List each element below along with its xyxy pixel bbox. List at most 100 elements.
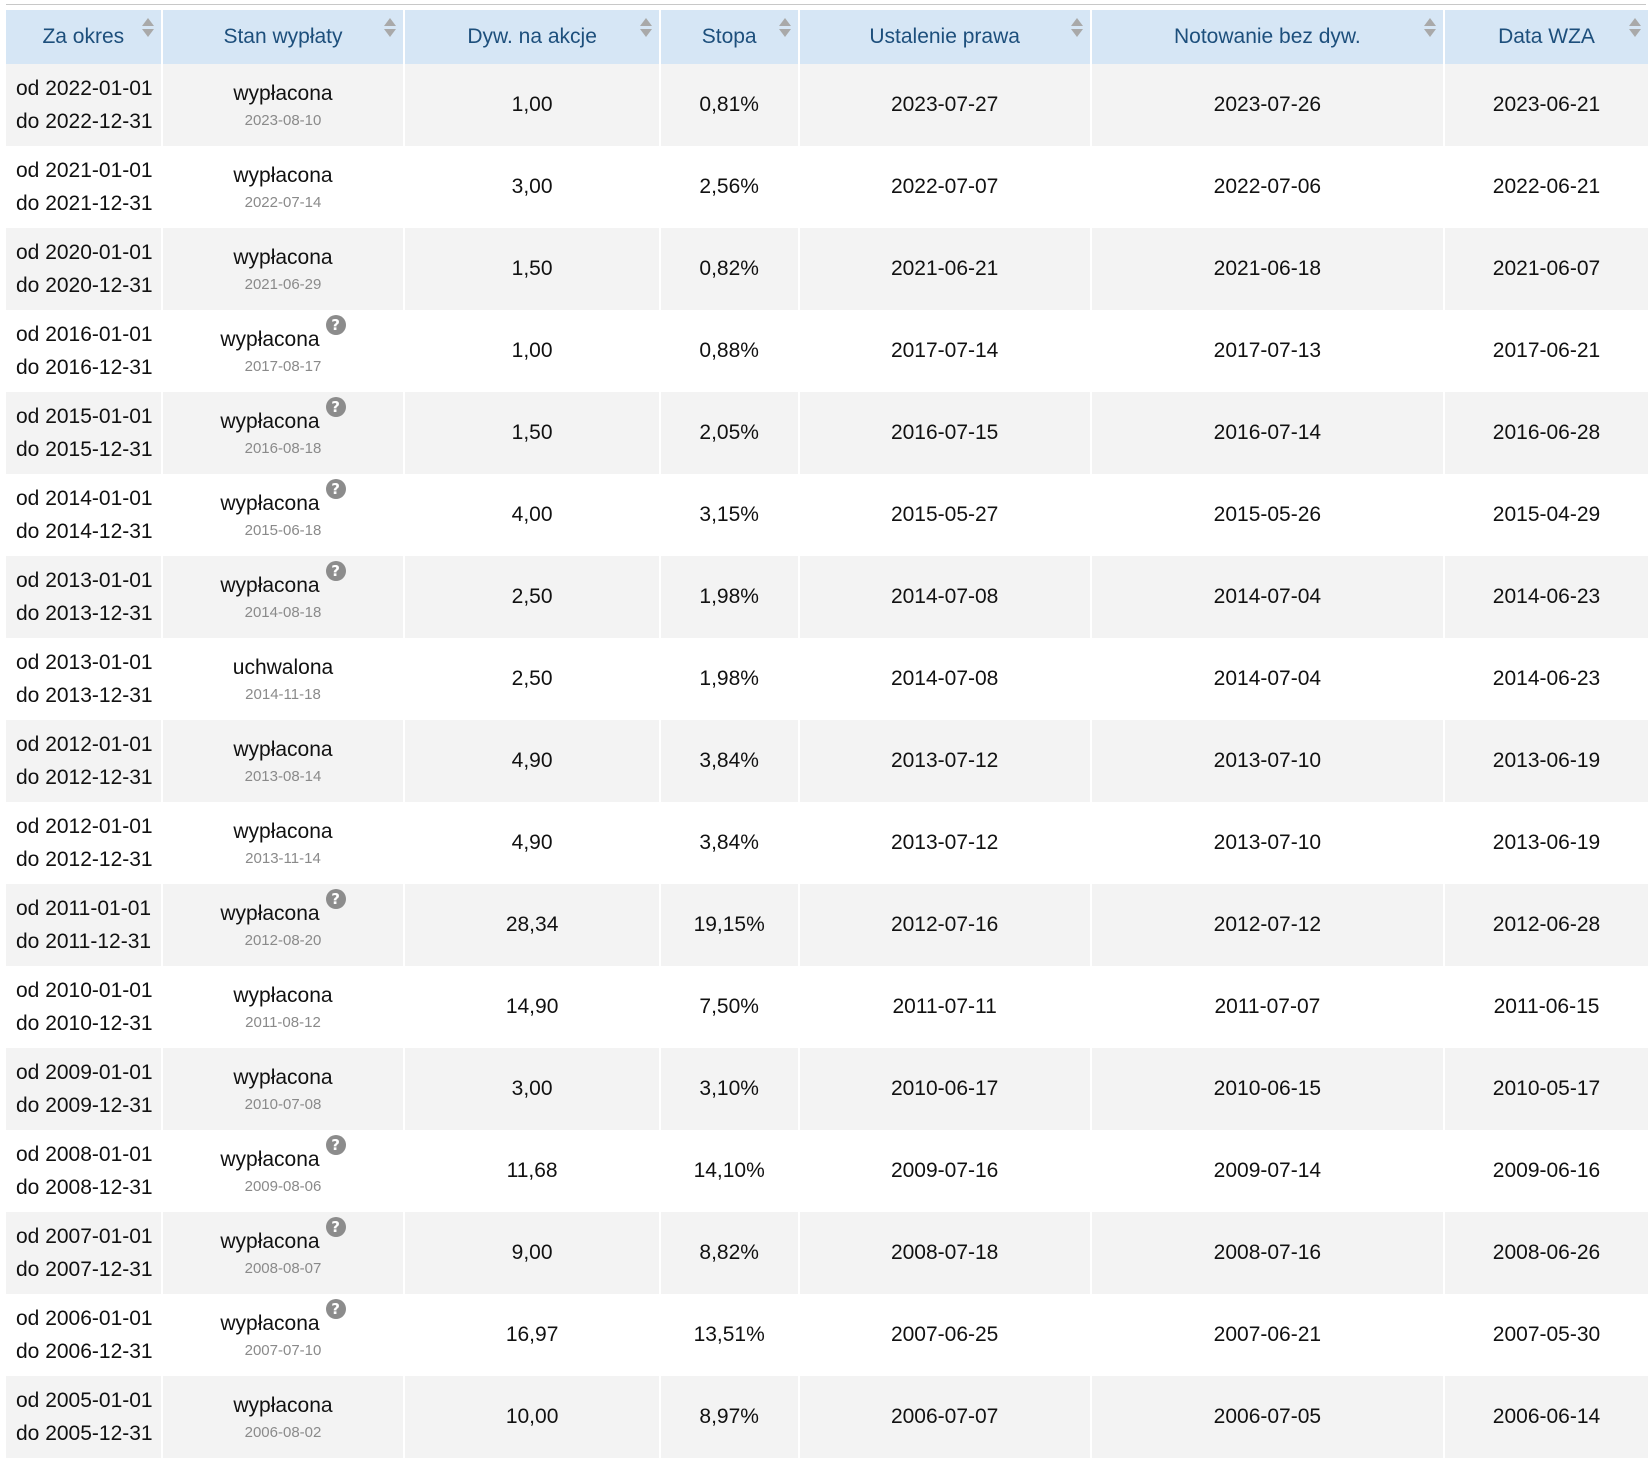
sort-arrows-icon[interactable] <box>1070 16 1084 40</box>
dividend-cell: 3,00 <box>405 146 659 228</box>
status-wrap: wypłacona? <box>220 1299 346 1339</box>
question-circle-icon[interactable]: ? <box>325 561 346 581</box>
column-header-agm-date[interactable]: Data WZA <box>1445 10 1648 64</box>
status-cell: wypłacona? 2014-08-18 <box>162 556 404 638</box>
status-cell: wypłacona? 2012-08-20 <box>162 884 404 966</box>
status-date: 2021-06-29 <box>244 276 322 293</box>
status-label: wypłacona <box>220 410 320 433</box>
dividend-cell: 11,68 <box>405 1130 659 1212</box>
question-circle-icon[interactable]: ? <box>325 889 346 909</box>
period-from: od 2005-01-01 <box>16 1389 153 1412</box>
column-header-period[interactable]: Za okres <box>6 10 161 64</box>
period-from: od 2013-01-01 <box>16 569 153 592</box>
rate-cell: 7,50% <box>660 966 798 1048</box>
table-row: od 2012-01-01 do 2012-12-31 wypłacona 2013-… <box>6 720 1648 802</box>
period-from: od 2008-01-01 <box>16 1143 153 1166</box>
status-date: 2023-08-10 <box>244 112 322 129</box>
agm-date-cell: 2007-05-30 <box>1445 1294 1648 1376</box>
ex-date-cell: 2013-07-10 <box>1091 802 1443 884</box>
period-cell: od 2021-01-01 do 2021-12-31 <box>6 146 161 228</box>
ex-date-cell: 2015-05-26 <box>1091 474 1443 556</box>
agm-date-cell: 2017-06-21 <box>1445 310 1648 392</box>
question-circle-icon[interactable]: ? <box>325 1217 346 1237</box>
ex-date-cell: 2008-07-16 <box>1091 1212 1443 1294</box>
status-wrap: wypłacona <box>233 79 332 109</box>
question-circle-icon[interactable]: ? <box>325 479 346 499</box>
agm-date-cell: 2014-06-23 <box>1445 638 1648 720</box>
period-from: od 2009-01-01 <box>16 1061 153 1084</box>
status-label: wypłacona <box>220 1312 320 1335</box>
status-cell: wypłacona? 2007-07-10 <box>162 1294 404 1376</box>
dividend-cell: 28,34 <box>405 884 659 966</box>
ex-date-cell: 2014-07-04 <box>1091 638 1443 720</box>
record-date-cell: 2015-05-27 <box>799 474 1090 556</box>
status-wrap: wypłacona? <box>220 315 346 355</box>
status-date: 2016-08-18 <box>244 440 322 457</box>
status-label: wypłacona <box>220 902 320 925</box>
rate-cell: 0,81% <box>660 64 798 146</box>
sort-arrows-icon[interactable] <box>383 16 397 40</box>
status-date: 2011-08-12 <box>245 1014 321 1031</box>
rate-cell: 19,15% <box>660 884 798 966</box>
table-row: od 2014-01-01 do 2014-12-31 wypłacona? 2015… <box>6 474 1648 556</box>
status-cell: wypłacona 2022-07-14 <box>162 146 404 228</box>
dividend-cell: 14,90 <box>405 966 659 1048</box>
agm-date-cell: 2021-06-07 <box>1445 228 1648 310</box>
table-row: od 2021-01-01 do 2021-12-31 wypłacona 2022-… <box>6 146 1648 228</box>
sort-arrows-icon[interactable] <box>1423 16 1437 40</box>
period-cell: od 2012-01-01 do 2012-12-31 <box>6 720 161 802</box>
sort-arrows-icon[interactable] <box>1628 16 1642 40</box>
period-from: od 2013-01-01 <box>16 651 153 674</box>
table-row: od 2022-01-01 do 2022-12-31 wypłacona 2023-… <box>6 64 1648 146</box>
ex-date-cell: 2010-06-15 <box>1091 1048 1443 1130</box>
column-header-status[interactable]: Stan wypłaty <box>162 10 404 64</box>
status-wrap: wypłacona <box>233 817 332 847</box>
period-from: od 2011-01-01 <box>16 897 152 920</box>
column-header-label: Ustalenie prawa <box>869 25 1020 48</box>
rate-cell: 3,84% <box>660 720 798 802</box>
period-from: od 2014-01-01 <box>16 487 153 510</box>
status-label: wypłacona <box>233 738 333 761</box>
status-label: wypłacona <box>233 82 333 105</box>
rate-cell: 0,88% <box>660 310 798 392</box>
sort-arrows-icon[interactable] <box>141 16 155 40</box>
table-row: od 2008-01-01 do 2008-12-31 wypłacona? 2009… <box>6 1130 1648 1212</box>
status-wrap: wypłacona <box>233 161 332 191</box>
rate-cell: 13,51% <box>660 1294 798 1376</box>
status-wrap: wypłacona <box>233 1391 332 1421</box>
table-row: od 2009-01-01 do 2009-12-31 wypłacona 2010-… <box>6 1048 1648 1130</box>
status-label: wypłacona <box>233 1394 333 1417</box>
period-cell: od 2009-01-01 do 2009-12-31 <box>6 1048 161 1130</box>
status-label: wypłacona <box>220 1230 320 1253</box>
agm-date-cell: 2006-06-14 <box>1445 1376 1648 1458</box>
column-header-dividend[interactable]: Dyw. na akcje <box>405 10 659 64</box>
question-circle-icon[interactable]: ? <box>325 397 346 417</box>
record-date-cell: 2012-07-16 <box>799 884 1090 966</box>
status-wrap: wypłacona <box>233 735 332 765</box>
record-date-cell: 2013-07-12 <box>799 802 1090 884</box>
sort-arrows-icon[interactable] <box>778 16 792 40</box>
dividend-table: Za okres Stan wypłaty Dyw. na akcje Stop… <box>4 10 1650 1458</box>
question-circle-icon[interactable]: ? <box>325 1299 346 1319</box>
column-header-ex-date[interactable]: Notowanie bez dyw. <box>1091 10 1443 64</box>
agm-date-cell: 2013-06-19 <box>1445 720 1648 802</box>
status-date: 2015-06-18 <box>244 522 322 539</box>
period-cell: od 2005-01-01 do 2005-12-31 <box>6 1376 161 1458</box>
period-from: od 2021-01-01 <box>16 159 153 182</box>
period-from: od 2015-01-01 <box>16 405 153 428</box>
status-wrap: wypłacona <box>233 1063 332 1093</box>
status-cell: wypłacona 2010-07-08 <box>162 1048 404 1130</box>
status-wrap: wypłacona? <box>220 1217 346 1257</box>
agm-date-cell: 2016-06-28 <box>1445 392 1648 474</box>
question-circle-icon[interactable]: ? <box>325 315 346 335</box>
dividend-cell: 1,50 <box>405 392 659 474</box>
column-header-record-date[interactable]: Ustalenie prawa <box>799 10 1090 64</box>
status-date: 2013-11-14 <box>245 850 321 867</box>
question-circle-icon[interactable]: ? <box>325 1135 346 1155</box>
sort-arrows-icon[interactable] <box>639 16 653 40</box>
column-header-rate[interactable]: Stopa <box>660 10 798 64</box>
rate-cell: 8,82% <box>660 1212 798 1294</box>
agm-date-cell: 2009-06-16 <box>1445 1130 1648 1212</box>
period-to: do 2010-12-31 <box>16 1012 153 1035</box>
status-date: 2014-08-18 <box>244 604 322 621</box>
